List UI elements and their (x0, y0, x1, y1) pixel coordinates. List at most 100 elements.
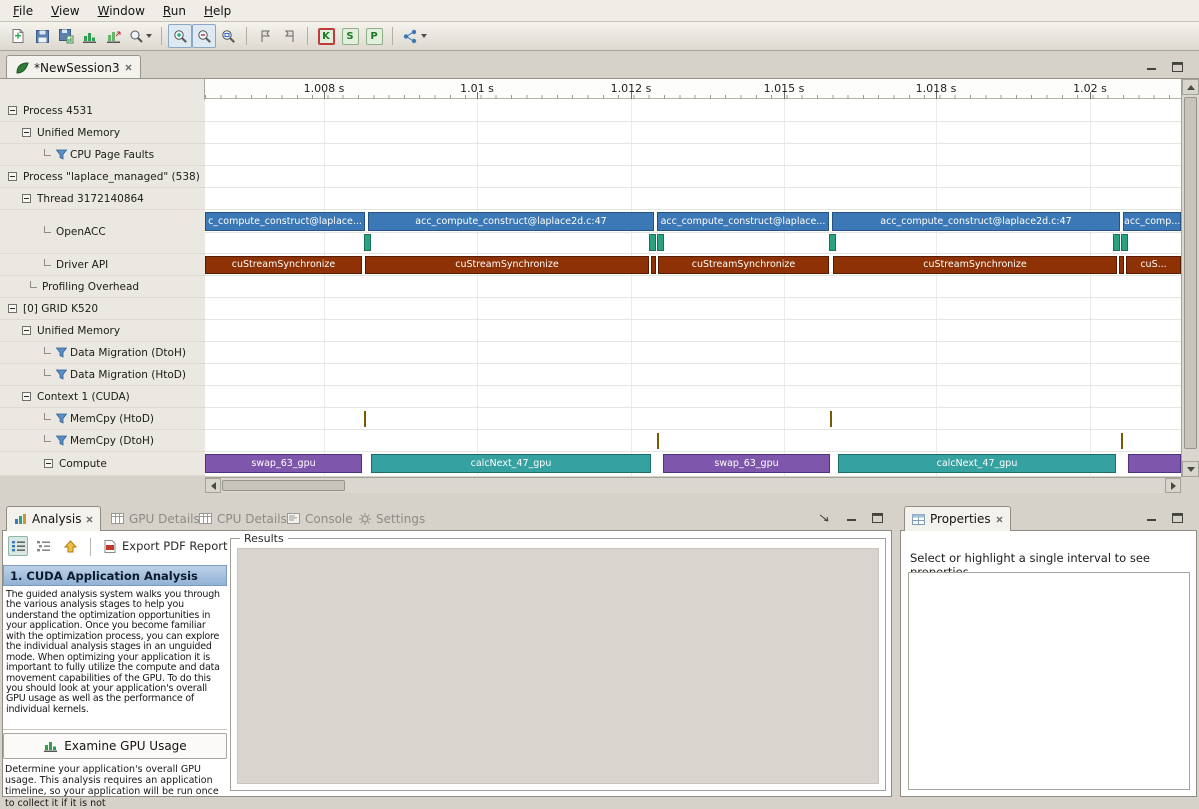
tree-row-cpu-page-faults[interactable]: CPU Page Faults (0, 144, 205, 166)
collapse-icon[interactable] (22, 128, 31, 137)
pc-sampling-toggle[interactable]: P (362, 24, 386, 48)
marker-prev-icon[interactable] (253, 24, 277, 48)
menu-run[interactable]: Run (154, 2, 195, 20)
driver-interval-bar[interactable] (651, 256, 656, 274)
tree-row-process-laplace[interactable]: Process "laplace_managed" (538) (0, 166, 205, 188)
collapse-icon[interactable] (8, 106, 17, 115)
maximize-button[interactable] (1168, 510, 1186, 525)
unguided-view-toggle[interactable] (33, 536, 53, 556)
filter-funnel-icon[interactable] (56, 149, 67, 160)
new-session-icon[interactable] (6, 24, 30, 48)
view-menu-icon[interactable] (815, 510, 833, 525)
search-menu-icon[interactable] (126, 24, 155, 48)
openacc-marker[interactable] (1121, 234, 1128, 251)
scroll-up-button[interactable] (1182, 79, 1199, 95)
kernel-interval-bar[interactable]: calcNext_47_gpu (371, 454, 651, 473)
tree-row-grid-k520[interactable]: [0] GRID K520 (0, 298, 205, 320)
tab-cpu-details[interactable]: CPU Details (192, 506, 294, 531)
vertical-scroll-thumb[interactable] (1184, 97, 1197, 449)
tree-row-memcpy-dtoh[interactable]: MemCpy (DtoH) (0, 430, 205, 452)
memcpy-dtoh-tick[interactable] (1121, 433, 1123, 449)
kernel-interval-bar[interactable]: swap_63_gpu (205, 454, 362, 473)
memcpy-htod-tick[interactable] (364, 411, 366, 427)
profile-chart-icon[interactable] (78, 24, 102, 48)
driver-interval-bar[interactable]: cuStreamSynchronize (658, 256, 829, 274)
horizontal-scrollbar[interactable] (205, 477, 1181, 493)
tree-row-data-migration-htod[interactable]: Data Migration (HtoD) (0, 364, 205, 386)
vertical-scrollbar[interactable] (1181, 79, 1199, 477)
tree-row-openacc[interactable]: OpenACC (0, 210, 205, 254)
minimize-button[interactable] (1143, 59, 1161, 74)
driver-interval-bar[interactable] (1119, 256, 1124, 274)
openacc-marker[interactable] (364, 234, 371, 251)
filter-funnel-icon[interactable] (56, 435, 67, 446)
scroll-down-button[interactable] (1182, 461, 1199, 477)
timeline-canvas[interactable] (205, 99, 1181, 476)
zoom-in-icon[interactable] (168, 24, 192, 48)
collapse-icon[interactable] (22, 392, 31, 401)
memcpy-htod-tick[interactable] (830, 411, 832, 427)
menu-view[interactable]: View (42, 2, 88, 20)
menu-help[interactable]: Help (195, 2, 240, 20)
tree-row-unified-memory[interactable]: Unified Memory (0, 122, 205, 144)
openacc-interval-bar[interactable]: c_compute_construct@laplace... (205, 212, 365, 231)
close-icon[interactable] (125, 64, 132, 71)
minimize-button[interactable] (843, 510, 861, 525)
driver-interval-bar[interactable]: cuStreamSynchronize (833, 256, 1117, 274)
zoom-out-icon[interactable] (192, 24, 216, 48)
tree-row-context-cuda[interactable]: Context 1 (CUDA) (0, 386, 205, 408)
collapse-icon[interactable] (22, 194, 31, 203)
promote-arrow-icon[interactable] (60, 536, 80, 556)
collapse-icon[interactable] (8, 304, 17, 313)
scroll-left-button[interactable] (205, 478, 221, 493)
memcpy-dtoh-tick[interactable] (657, 433, 659, 449)
source-toggle[interactable]: S (338, 24, 362, 48)
openacc-marker[interactable] (829, 234, 836, 251)
session-tab[interactable]: *NewSession3 (6, 55, 141, 79)
maximize-button[interactable] (1168, 59, 1186, 74)
minimize-button[interactable] (1143, 510, 1161, 525)
menu-file[interactable]: File (4, 2, 42, 20)
zoom-fit-icon[interactable] (216, 24, 240, 48)
tree-row-data-migration-dtoh[interactable]: Data Migration (DtoH) (0, 342, 205, 364)
save-all-icon[interactable] (54, 24, 78, 48)
save-session-icon[interactable] (30, 24, 54, 48)
openacc-marker[interactable] (657, 234, 664, 251)
examine-gpu-button[interactable]: Examine GPU Usage (3, 733, 227, 759)
filter-funnel-icon[interactable] (56, 347, 67, 358)
tree-row-process-4531[interactable]: Process 4531 (0, 100, 205, 122)
kernel-toggle[interactable]: K (314, 24, 338, 48)
openacc-marker[interactable] (1113, 234, 1120, 251)
export-pdf-button[interactable]: Export PDF Report (98, 537, 233, 555)
tree-row-unified-memory-gpu[interactable]: Unified Memory (0, 320, 205, 342)
driver-interval-bar[interactable]: cuS... (1126, 256, 1181, 274)
close-icon[interactable] (996, 516, 1003, 523)
filter-funnel-icon[interactable] (56, 369, 67, 380)
tab-properties[interactable]: Properties (904, 506, 1011, 531)
collapse-icon[interactable] (22, 326, 31, 335)
openacc-marker[interactable] (649, 234, 656, 251)
horizontal-scroll-thumb[interactable] (222, 480, 345, 491)
tab-settings[interactable]: Settings (352, 506, 432, 531)
openacc-interval-bar[interactable]: acc_compute_construct@laplace2d.c:47 (832, 212, 1120, 231)
filter-funnel-icon[interactable] (56, 413, 67, 424)
kernel-interval-bar[interactable]: calcNext_47_gpu (838, 454, 1116, 473)
tree-row-thread[interactable]: Thread 3172140864 (0, 188, 205, 210)
driver-interval-bar[interactable]: cuStreamSynchronize (365, 256, 649, 274)
collapse-icon[interactable] (44, 459, 53, 468)
tab-analysis[interactable]: Analysis (6, 506, 101, 531)
guided-view-toggle[interactable] (8, 536, 28, 556)
menu-window[interactable]: Window (89, 2, 154, 20)
close-icon[interactable] (86, 516, 93, 523)
tree-row-memcpy-htod[interactable]: MemCpy (HtoD) (0, 408, 205, 430)
collapse-icon[interactable] (8, 172, 17, 181)
timeline-report-icon[interactable] (102, 24, 126, 48)
tree-row-driver-api[interactable]: Driver API (0, 254, 205, 276)
openacc-interval-bar[interactable]: acc_comp... (1123, 212, 1181, 231)
tab-console[interactable]: Console (280, 506, 360, 531)
maximize-button[interactable] (868, 510, 886, 525)
guided-analysis-icon[interactable] (399, 24, 430, 48)
kernel-interval-bar[interactable] (1128, 454, 1181, 473)
tree-row-compute[interactable]: Compute (0, 452, 205, 476)
openacc-interval-bar[interactable]: acc_compute_construct@laplace... (657, 212, 829, 231)
